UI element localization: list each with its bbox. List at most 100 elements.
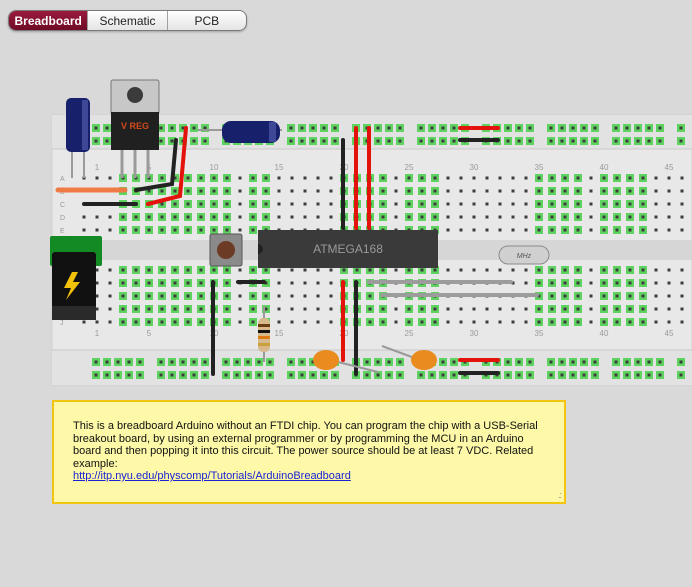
breadboard-hole[interactable]: [173, 281, 177, 285]
atmega-chip[interactable]: ATMEGA168: [258, 230, 438, 268]
breadboard-hole[interactable]: [398, 139, 402, 143]
breadboard-hole[interactable]: [311, 126, 315, 130]
breadboard-hole[interactable]: [160, 281, 164, 285]
breadboard-hole[interactable]: [277, 176, 281, 180]
breadboard-hole[interactable]: [303, 320, 307, 324]
breadboard-hole[interactable]: [316, 281, 320, 285]
breadboard-hole[interactable]: [658, 126, 662, 130]
breadboard-hole[interactable]: [251, 189, 255, 193]
breadboard-hole[interactable]: [654, 202, 658, 206]
breadboard-hole[interactable]: [589, 202, 593, 206]
breadboard-hole[interactable]: [173, 294, 177, 298]
breadboard-hole[interactable]: [549, 373, 553, 377]
breadboard-hole[interactable]: [173, 307, 177, 311]
breadboard-hole[interactable]: [199, 281, 203, 285]
breadboard-hole[interactable]: [199, 268, 203, 272]
breadboard-hole[interactable]: [628, 307, 632, 311]
breadboard-hole[interactable]: [212, 202, 216, 206]
breadboard-hole[interactable]: [517, 126, 521, 130]
breadboard-hole[interactable]: [160, 228, 164, 232]
breadboard-hole[interactable]: [550, 294, 554, 298]
breadboard-hole[interactable]: [654, 294, 658, 298]
breadboard-hole[interactable]: [173, 228, 177, 232]
breadboard-hole[interactable]: [238, 215, 242, 219]
breadboard-hole[interactable]: [303, 202, 307, 206]
breadboard-hole[interactable]: [593, 373, 597, 377]
breadboard-hole[interactable]: [376, 126, 380, 130]
breadboard-hole[interactable]: [300, 360, 304, 364]
breadboard-hole[interactable]: [355, 268, 359, 272]
breadboard-hole[interactable]: [300, 373, 304, 377]
breadboard-hole[interactable]: [446, 320, 450, 324]
breadboard-hole[interactable]: [647, 139, 651, 143]
breadboard-hole[interactable]: [654, 176, 658, 180]
breadboard-hole[interactable]: [159, 139, 163, 143]
breadboard-hole[interactable]: [647, 126, 651, 130]
breadboard-hole[interactable]: [316, 307, 320, 311]
breadboard-hole[interactable]: [667, 281, 671, 285]
breadboard-hole[interactable]: [238, 320, 242, 324]
breadboard-hole[interactable]: [654, 228, 658, 232]
breadboard-hole[interactable]: [576, 268, 580, 272]
breadboard-hole[interactable]: [602, 215, 606, 219]
breadboard-hole[interactable]: [628, 228, 632, 232]
breadboard-hole[interactable]: [679, 139, 683, 143]
breadboard-hole[interactable]: [446, 228, 450, 232]
breadboard-hole[interactable]: [322, 373, 326, 377]
breadboard-hole[interactable]: [121, 294, 125, 298]
breadboard-hole[interactable]: [94, 139, 98, 143]
breadboard-hole[interactable]: [186, 176, 190, 180]
breadboard-hole[interactable]: [186, 215, 190, 219]
breadboard-hole[interactable]: [407, 215, 411, 219]
breadboard-hole[interactable]: [224, 373, 228, 377]
breadboard-hole[interactable]: [472, 307, 476, 311]
breadboard-hole[interactable]: [452, 360, 456, 364]
breadboard-hole[interactable]: [316, 294, 320, 298]
breadboard-hole[interactable]: [636, 360, 640, 364]
breadboard-hole[interactable]: [528, 360, 532, 364]
breadboard-hole[interactable]: [311, 139, 315, 143]
breadboard-hole[interactable]: [498, 202, 502, 206]
breadboard-hole[interactable]: [524, 268, 528, 272]
breadboard-hole[interactable]: [602, 281, 606, 285]
breadboard-hole[interactable]: [225, 228, 229, 232]
breadboard-hole[interactable]: [615, 215, 619, 219]
breadboard-hole[interactable]: [615, 307, 619, 311]
breadboard-hole[interactable]: [225, 268, 229, 272]
breadboard-hole[interactable]: [82, 228, 86, 232]
breadboard-hole[interactable]: [407, 268, 411, 272]
breadboard-hole[interactable]: [407, 189, 411, 193]
breadboard-hole[interactable]: [549, 126, 553, 130]
breadboard-hole[interactable]: [680, 189, 684, 193]
breadboard-hole[interactable]: [537, 215, 541, 219]
breadboard-hole[interactable]: [441, 139, 445, 143]
breadboard-hole[interactable]: [316, 215, 320, 219]
breadboard-hole[interactable]: [160, 268, 164, 272]
breadboard-hole[interactable]: [407, 320, 411, 324]
breadboard-hole[interactable]: [170, 373, 174, 377]
breadboard-hole[interactable]: [641, 189, 645, 193]
breadboard-hole[interactable]: [127, 360, 131, 364]
breadboard-hole[interactable]: [420, 268, 424, 272]
breadboard-hole[interactable]: [614, 126, 618, 130]
breadboard-hole[interactable]: [582, 126, 586, 130]
breadboard-hole[interactable]: [365, 373, 369, 377]
breadboard-hole[interactable]: [576, 189, 580, 193]
breadboard-hole[interactable]: [316, 176, 320, 180]
breadboard-hole[interactable]: [225, 202, 229, 206]
breadboard-hole[interactable]: [498, 189, 502, 193]
breadboard-hole[interactable]: [316, 268, 320, 272]
breadboard-hole[interactable]: [170, 360, 174, 364]
breadboard-hole[interactable]: [576, 215, 580, 219]
breadboard-hole[interactable]: [625, 360, 629, 364]
breadboard-hole[interactable]: [160, 215, 164, 219]
breadboard-hole[interactable]: [303, 294, 307, 298]
breadboard-hole[interactable]: [472, 202, 476, 206]
breadboard-hole[interactable]: [387, 126, 391, 130]
breadboard-hole[interactable]: [459, 215, 463, 219]
breadboard-hole[interactable]: [186, 202, 190, 206]
breadboard-hole[interactable]: [506, 373, 510, 377]
breadboard-hole[interactable]: [563, 189, 567, 193]
breadboard-hole[interactable]: [614, 139, 618, 143]
breadboard-hole[interactable]: [333, 126, 337, 130]
